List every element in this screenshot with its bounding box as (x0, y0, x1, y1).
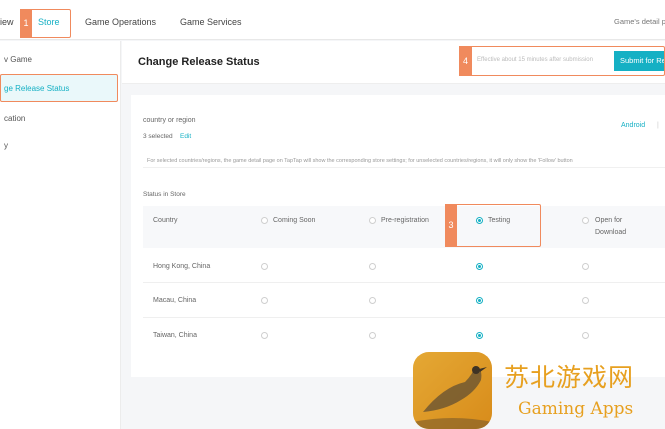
region-note: For selected countries/regions, the game… (147, 158, 573, 164)
coming-soon-radio[interactable] (261, 297, 268, 304)
status-table-header (143, 206, 665, 248)
column-country: Country (153, 217, 178, 224)
divider (143, 167, 665, 168)
row-divider (143, 282, 665, 283)
release-status-card: country or region 3 selected Edit Androi… (131, 95, 665, 377)
selected-count: 3 selected (143, 133, 173, 140)
callout-box-4 (459, 46, 665, 76)
nav-overview[interactable]: iew (0, 17, 14, 27)
row-country: Hong Kong, China (153, 263, 211, 270)
pre-registration-radio[interactable] (369, 332, 376, 339)
sidebar-item-release-status[interactable]: ge Release Status (0, 74, 118, 102)
sidebar-item-location[interactable]: cation (4, 114, 25, 123)
watermark-logo-icon (413, 352, 492, 429)
status-in-store-label: Status in Store (143, 191, 186, 198)
nav-game-operations[interactable]: Game Operations (85, 17, 156, 27)
platform-android-tab[interactable]: Android (621, 122, 645, 129)
testing-radio[interactable] (476, 263, 483, 270)
pre-registration-radio[interactable] (369, 297, 376, 304)
nav-right-text: Game's detail p (614, 17, 665, 26)
pre-registration-radio[interactable] (369, 263, 376, 270)
column-pre-registration: Pre-registration (381, 217, 429, 224)
testing-radio[interactable] (476, 332, 483, 339)
edit-link[interactable]: Edit (180, 133, 191, 140)
open-for-download-radio[interactable] (582, 332, 589, 339)
page-title: Change Release Status (138, 56, 260, 68)
open-for-download-radio[interactable] (582, 297, 589, 304)
open-for-download-radio[interactable] (582, 263, 589, 270)
callout-number-1: 1 (20, 9, 32, 38)
callout-number-4: 4 (459, 46, 472, 76)
nav-game-services[interactable]: Game Services (180, 17, 242, 27)
sidebar-item-label: ge Release Status (4, 84, 70, 93)
callout-box-3 (445, 204, 541, 247)
column-coming-soon: Coming Soon (273, 217, 316, 224)
watermark-english-text: Gaming Apps (518, 399, 634, 419)
coming-soon-radio[interactable] (261, 332, 268, 339)
platform-separator: | (657, 122, 659, 129)
watermark-chinese-text: 苏北游戏网 (504, 363, 635, 392)
pre-registration-header-radio[interactable] (369, 217, 376, 224)
coming-soon-radio[interactable] (261, 263, 268, 270)
open-for-download-header-radio[interactable] (582, 217, 589, 224)
sidebar-item-other[interactable]: y (4, 141, 8, 150)
coming-soon-header-radio[interactable] (261, 217, 268, 224)
sidebar-item-game[interactable]: v Game (4, 55, 32, 64)
callout-number-3: 3 (445, 204, 457, 247)
top-nav: iew Store Game Operations Game Services … (0, 0, 665, 40)
testing-radio[interactable] (476, 297, 483, 304)
row-country: Taiwan, China (153, 332, 197, 339)
row-country: Macau, China (153, 297, 197, 304)
row-divider (143, 317, 665, 318)
region-label: country or region (143, 117, 196, 124)
column-download: Download (595, 229, 627, 236)
column-open-for: Open for (595, 217, 623, 224)
